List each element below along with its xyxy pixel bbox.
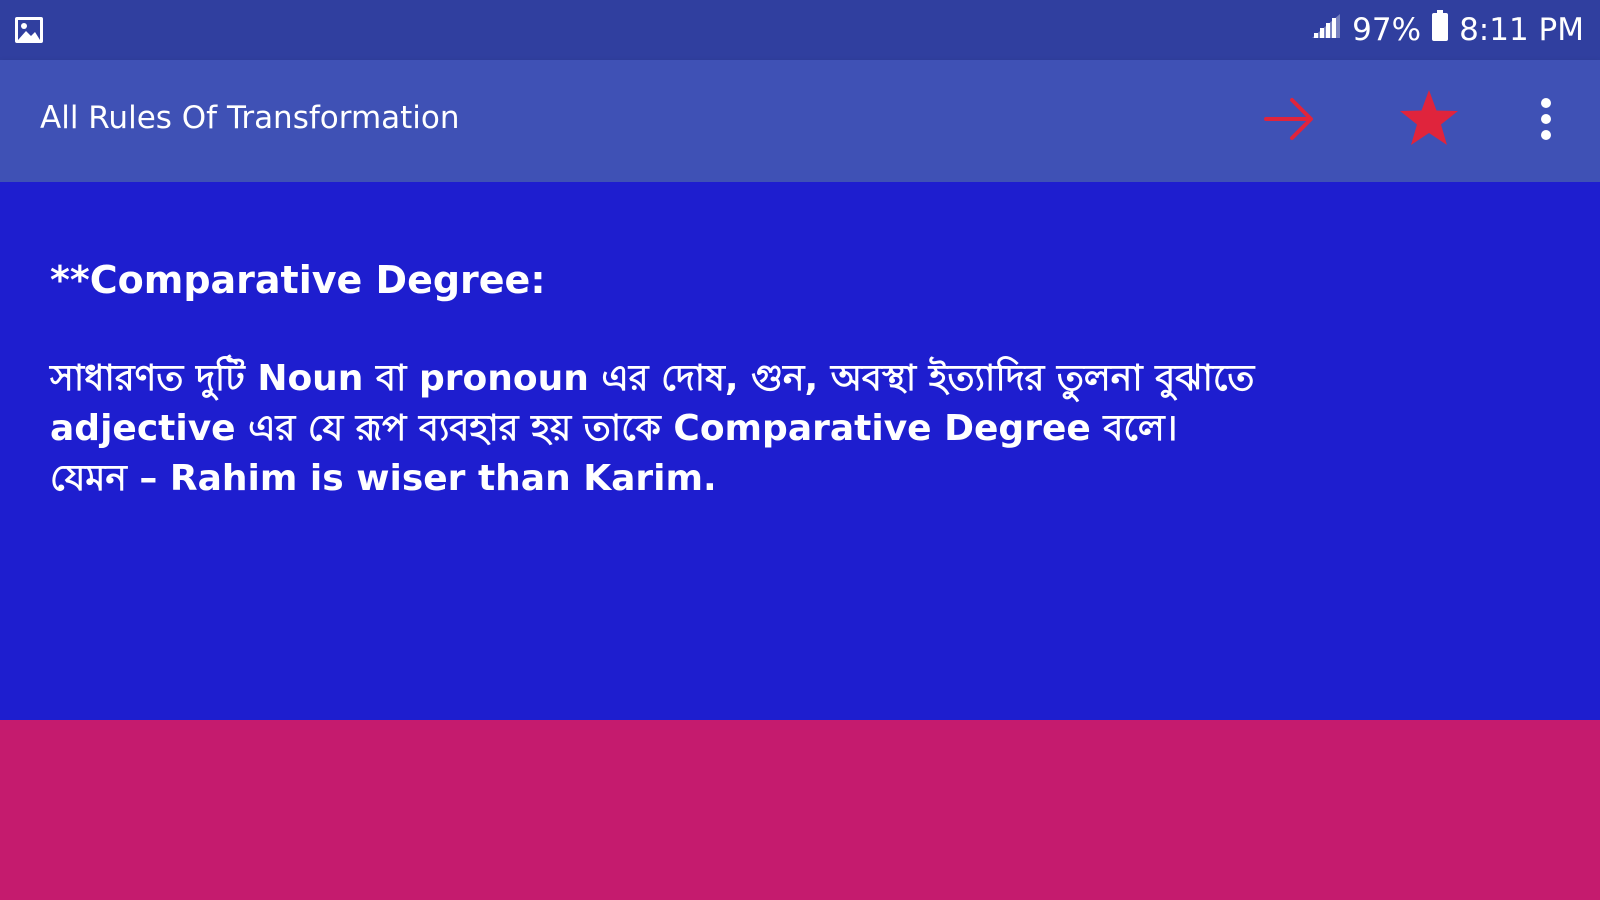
status-time: 8:11 PM (1459, 12, 1584, 48)
next-button[interactable] (1254, 85, 1326, 157)
image-icon (14, 16, 44, 44)
status-bar: 97% 8:11 PM (0, 0, 1600, 60)
section-heading: **Comparative Degree: (50, 258, 546, 302)
definition-text: সাধারণত দুটি Noun বা pronoun এর দোষ, গুন… (50, 354, 1550, 504)
definition-line: সাধারণত দুটি Noun বা pronoun এর দোষ, গুন… (50, 358, 1255, 399)
app-bar: All Rules Of Transformation (0, 60, 1600, 182)
battery-icon (1431, 10, 1449, 50)
example-line: যেমন – Rahim is wiser than Karim. (50, 458, 717, 499)
app-title: All Rules Of Transformation (40, 100, 460, 136)
battery-percent: 97% (1352, 12, 1422, 48)
more-vert-icon (1538, 95, 1554, 147)
overflow-menu-button[interactable] (1510, 85, 1582, 157)
content-area: **Comparative Degree: সাধারণত দুটি Noun … (0, 182, 1600, 720)
screen: 97% 8:11 PM All Rules Of Transformation (0, 0, 1600, 900)
favorite-button[interactable] (1393, 85, 1465, 157)
status-indicators: 97% 8:11 PM (1310, 10, 1584, 50)
arrow-right-icon (1260, 89, 1320, 153)
footer-area (0, 720, 1600, 900)
definition-line: adjective এর যে রূপ ব্যবহার হয় তাকে Com… (50, 408, 1178, 449)
star-icon (1397, 87, 1461, 155)
signal-icon (1310, 12, 1342, 48)
